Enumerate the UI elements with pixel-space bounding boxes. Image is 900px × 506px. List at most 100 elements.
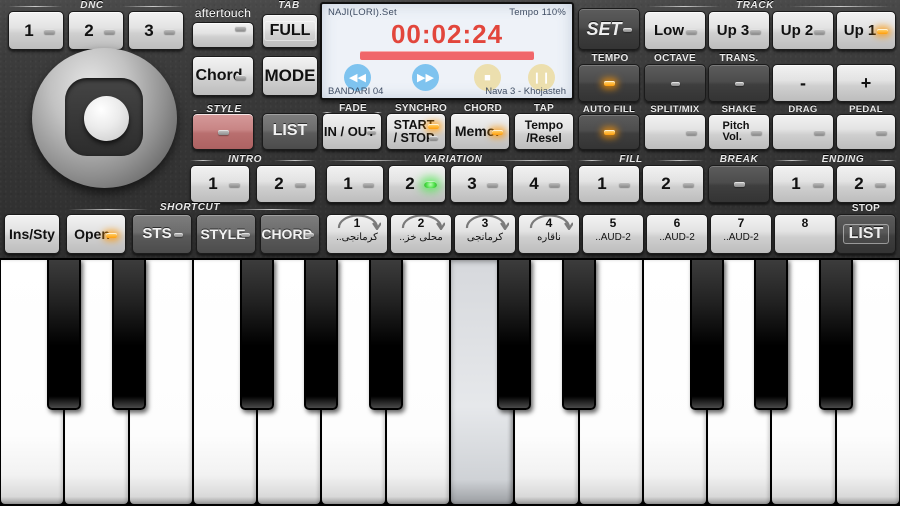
variation-button-2[interactable]: 2: [388, 165, 446, 203]
track-button-up2-led: [814, 29, 825, 34]
variation-button-4[interactable]: 4: [512, 165, 570, 203]
pad-button-2[interactable]: 2 محلی خز..: [390, 214, 452, 254]
black-key-7[interactable]: [561, 258, 596, 410]
pad-button-8[interactable]: 8: [774, 214, 836, 254]
fade-in-out-button[interactable]: IN / OUT: [322, 113, 382, 150]
ending-caption: ENDING: [821, 154, 865, 165]
track-button-low[interactable]: Low: [644, 11, 706, 50]
intro-button-2[interactable]: 2: [256, 165, 316, 203]
transpose-button[interactable]: [708, 64, 770, 102]
value-plus-label: +: [860, 72, 872, 93]
dnc-button-3[interactable]: 3: [128, 11, 184, 50]
black-key-1[interactable]: [47, 258, 82, 410]
auto-fill-button[interactable]: [578, 114, 640, 150]
shake-button[interactable]: Pitch Vol.: [708, 114, 770, 150]
pad-button-1[interactable]: 1 کرمانجی..: [326, 214, 388, 254]
tab-mode-button[interactable]: MODE: [262, 56, 318, 96]
fill-button-1-led: [619, 182, 630, 187]
synchro-start-stop-button[interactable]: START / STOP: [386, 113, 446, 150]
intro-button-2-led: [295, 182, 306, 187]
ins-sty-button[interactable]: Ins/Sty: [4, 214, 60, 254]
pad-4-number: 4: [545, 216, 553, 230]
dnc-caption: DNC: [80, 0, 104, 11]
track-button-up3-led: [750, 29, 761, 34]
dnc-button-1[interactable]: 1: [8, 11, 64, 50]
pad-button-3[interactable]: 3 کرمانجی: [454, 214, 516, 254]
style-button[interactable]: [192, 113, 254, 150]
shortcut-open-label: Open: [74, 225, 110, 242]
ending-rail-left: [774, 160, 810, 161]
arranger-keyboard-app: NAJI(LORI).Set Tempo 110% 00:02:24 ◀◀ ▶▶…: [0, 0, 900, 506]
pad-5-label: AUD-2..: [595, 232, 631, 243]
drag-button[interactable]: [772, 114, 834, 150]
pedal-button[interactable]: [836, 114, 896, 150]
black-key-6[interactable]: [497, 258, 532, 410]
fill-button-2[interactable]: 2: [642, 165, 704, 203]
dnc-button-2[interactable]: 2: [68, 11, 124, 50]
shortcut-style-button[interactable]: STYLE: [196, 214, 256, 254]
pad-2-number: 2: [417, 216, 425, 230]
shortcut-sts-button[interactable]: STS: [132, 214, 192, 254]
shortcut-style-label: STYLE: [200, 225, 246, 242]
ending-button-1-led: [813, 182, 824, 187]
chord-memo-button[interactable]: Memo.: [450, 113, 510, 150]
stop-list-button[interactable]: LIST: [836, 214, 896, 254]
black-key-3[interactable]: [240, 258, 275, 410]
style-list-button[interactable]: LIST: [262, 113, 318, 150]
aftertouch-label: aftertouch: [194, 6, 252, 20]
track-button-up2[interactable]: Up 2: [772, 11, 834, 50]
intro-button-1[interactable]: 1: [190, 165, 250, 203]
tab-mode-label: MODE: [264, 66, 316, 86]
split-mix-button[interactable]: [644, 114, 706, 150]
synchro-led-top: [428, 124, 439, 129]
ending-button-1[interactable]: 1: [772, 165, 834, 203]
variation-button-1[interactable]: 1: [326, 165, 384, 203]
shortcut-rail-right: [232, 209, 312, 210]
shortcut-chord-led: [305, 233, 314, 237]
dnc-button-2-label: 2: [84, 20, 94, 40]
value-minus-button[interactable]: -: [772, 64, 834, 102]
lcd-progress-bar[interactable]: [360, 51, 534, 60]
lcd-display[interactable]: NAJI(LORI).Set Tempo 110% 00:02:24 ◀◀ ▶▶…: [320, 2, 574, 100]
pad-button-4[interactable]: 4 ناقاره: [518, 214, 580, 254]
black-key-10[interactable]: [818, 258, 853, 410]
ending-button-2-led: [875, 182, 886, 187]
pad-button-6[interactable]: 6 AUD-2..: [646, 214, 708, 254]
black-key-4[interactable]: [304, 258, 339, 410]
variation-button-1-led: [363, 182, 374, 187]
shortcut-chord-button[interactable]: CHORD: [260, 214, 320, 254]
ending-button-2[interactable]: 2: [836, 165, 896, 203]
track-caption: TRACK: [736, 0, 774, 11]
style-button-led: [218, 130, 229, 135]
fill-button-1[interactable]: 1: [578, 165, 640, 203]
black-key-2[interactable]: [111, 258, 146, 410]
track-button-up1[interactable]: Up 1: [836, 11, 896, 50]
dnc-rail-right: [122, 6, 184, 7]
black-key-9[interactable]: [754, 258, 789, 410]
tab-full-button[interactable]: FULL: [262, 14, 318, 48]
variation-button-1-label: 1: [343, 174, 353, 194]
black-key-8[interactable]: [690, 258, 725, 410]
black-key-5[interactable]: [368, 258, 403, 410]
piano-keyboard[interactable]: [0, 258, 900, 506]
pad-button-5[interactable]: 5 AUD-2..: [582, 214, 644, 254]
set-button[interactable]: SET: [578, 8, 640, 50]
joystick-knob[interactable]: [84, 96, 129, 141]
value-plus-button[interactable]: +: [836, 64, 896, 102]
tap-label-bot: /Resel: [526, 130, 562, 145]
aftertouch-button[interactable]: [192, 22, 254, 48]
track-button-up3[interactable]: Up 3: [708, 11, 770, 50]
octave-button[interactable]: [644, 64, 706, 102]
tempo-button[interactable]: [578, 64, 640, 102]
chord-button[interactable]: Chord: [192, 56, 254, 96]
tap-tempo-button[interactable]: Tempo /Resel: [514, 113, 574, 150]
dnc-button-2-led: [104, 29, 115, 34]
pad-button-7[interactable]: 7 AUD-2..: [710, 214, 772, 254]
pad-8-number: 8: [801, 216, 809, 230]
variation-button-3[interactable]: 3: [450, 165, 508, 203]
ending-button-1-label: 1: [791, 174, 801, 194]
joystick[interactable]: [32, 48, 177, 188]
break-button[interactable]: [708, 165, 770, 203]
variation-rail-left: [326, 160, 412, 161]
shortcut-open-button[interactable]: Open: [66, 214, 126, 254]
